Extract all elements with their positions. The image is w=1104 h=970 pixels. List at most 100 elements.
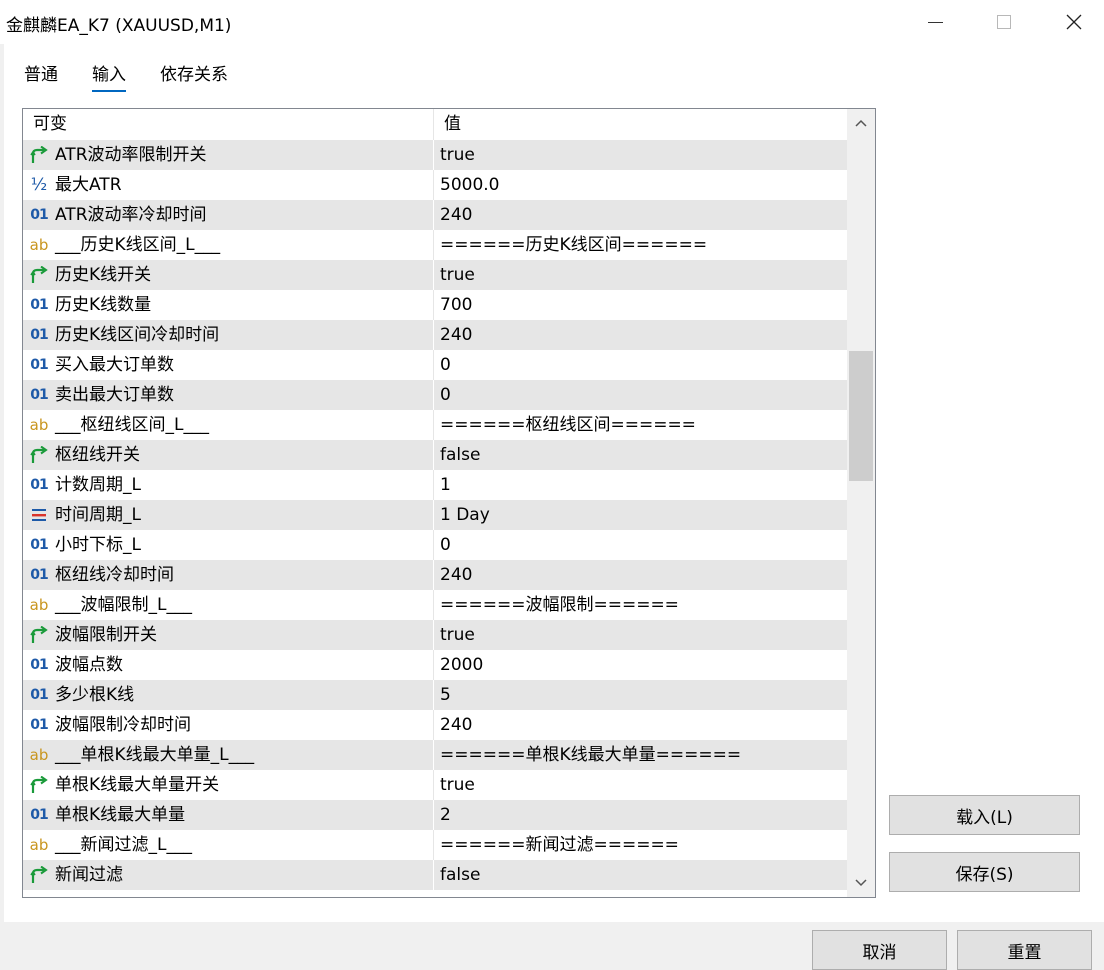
- table-row[interactable]: 新闻过滤 false: [23, 860, 847, 890]
- cancel-button[interactable]: 取消: [812, 930, 947, 970]
- chevron-down-icon: [855, 879, 867, 887]
- row-value-cell[interactable]: 240: [434, 200, 472, 230]
- save-button[interactable]: 保存(S): [889, 852, 1080, 892]
- grid-header: 可变 值: [23, 109, 847, 140]
- row-name-cell: 01 小时下标_L: [23, 530, 434, 560]
- table-row[interactable]: ab ___历史K线区间_L___ ======历史K线区间======: [23, 230, 847, 260]
- table-row[interactable]: 01 卖出最大订单数 0: [23, 380, 847, 410]
- row-value-cell[interactable]: ======新闻过滤======: [434, 830, 679, 860]
- row-name-cell: ab ___历史K线区间_L___: [23, 230, 434, 260]
- scroll-down-button[interactable]: [847, 869, 875, 897]
- tab-dependencies[interactable]: 依存关系: [160, 58, 228, 92]
- row-name-label: 波幅限制开关: [55, 625, 157, 645]
- load-button[interactable]: 载入(L): [889, 795, 1080, 835]
- row-value-cell[interactable]: true: [434, 620, 475, 650]
- row-name-label: ___枢纽线区间_L___: [55, 415, 209, 435]
- dialog-body: 普通 输入 依存关系 可变 值 ATR波动率限制开关 true ½ 最大ATR 5000…: [4, 44, 1104, 922]
- scroll-thumb[interactable]: [849, 351, 873, 481]
- table-row[interactable]: 01 单根K线最大单量 2: [23, 800, 847, 830]
- scroll-up-button[interactable]: [847, 109, 875, 137]
- table-row[interactable]: ab ___波幅限制_L___ ======波幅限制======: [23, 590, 847, 620]
- column-header-name[interactable]: 可变: [23, 109, 434, 140]
- string-ab-icon: ab: [29, 416, 49, 434]
- row-name-label: 波幅限制冷却时间: [55, 715, 191, 735]
- table-row[interactable]: 01 枢纽线冷却时间 240: [23, 560, 847, 590]
- row-value-cell[interactable]: false: [434, 440, 480, 470]
- table-row[interactable]: ab ___单根K线最大单量_L___ ======单根K线最大单量======: [23, 740, 847, 770]
- reset-button[interactable]: 重置: [957, 930, 1092, 970]
- column-header-value[interactable]: 值: [434, 109, 461, 140]
- table-row[interactable]: 枢纽线开关 false: [23, 440, 847, 470]
- row-name-label: 单根K线最大单量开关: [55, 775, 220, 795]
- row-value-cell[interactable]: ======枢纽线区间======: [434, 410, 696, 440]
- table-row[interactable]: ½ 最大ATR 5000.0: [23, 170, 847, 200]
- double-half-icon: ½: [30, 175, 48, 195]
- row-value-cell[interactable]: 0: [434, 530, 451, 560]
- row-name-label: 最大ATR: [55, 175, 122, 195]
- vertical-scrollbar[interactable]: [847, 109, 875, 897]
- inputs-grid: 可变 值 ATR波动率限制开关 true ½ 最大ATR 5000.0 01 ATR波动率冷…: [22, 108, 876, 898]
- table-row[interactable]: 01 多少根K线 5: [23, 680, 847, 710]
- table-row[interactable]: ab ___枢纽线区间_L___ ======枢纽线区间======: [23, 410, 847, 440]
- row-name-label: 枢纽线开关: [55, 445, 140, 465]
- tab-inputs[interactable]: 输入: [92, 58, 126, 92]
- minimize-button[interactable]: [912, 0, 958, 44]
- row-value-cell[interactable]: 2: [434, 800, 451, 830]
- tab-common[interactable]: 普通: [24, 58, 58, 92]
- table-row[interactable]: 01 小时下标_L 0: [23, 530, 847, 560]
- row-value-cell[interactable]: true: [434, 260, 475, 290]
- row-value-cell[interactable]: false: [434, 860, 480, 890]
- table-row[interactable]: 时间周期_L 1 Day: [23, 500, 847, 530]
- row-name-label: 历史K线数量: [55, 295, 152, 315]
- row-name-cell: 01 ATR波动率冷却时间: [23, 200, 434, 230]
- row-name-cell: ab ___枢纽线区间_L___: [23, 410, 434, 440]
- int-01-icon: 01: [30, 687, 48, 703]
- int-01-icon: 01: [30, 717, 48, 733]
- close-button[interactable]: [1051, 0, 1097, 44]
- row-value-cell[interactable]: ======历史K线区间======: [434, 230, 707, 260]
- int-01-icon: 01: [30, 657, 48, 673]
- row-name-cell: ½ 最大ATR: [23, 170, 434, 200]
- row-value-cell[interactable]: true: [434, 770, 475, 800]
- table-row[interactable]: 01 计数周期_L 1: [23, 470, 847, 500]
- table-row[interactable]: ATR波动率限制开关 true: [23, 140, 847, 170]
- table-row[interactable]: 01 买入最大订单数 0: [23, 350, 847, 380]
- enum-list-icon: [23, 500, 55, 530]
- title-bar: 金麒麟EA_K7 (XAUUSD,M1): [0, 0, 1104, 44]
- bool-arrow-icon: [23, 140, 55, 170]
- table-row[interactable]: 01 历史K线区间冷却时间 240: [23, 320, 847, 350]
- int-01-icon: 01: [30, 537, 48, 553]
- row-value-cell[interactable]: 700: [434, 290, 472, 320]
- row-value-cell[interactable]: 0: [434, 380, 451, 410]
- row-value-cell[interactable]: 240: [434, 710, 472, 740]
- table-row[interactable]: 01 ATR波动率冷却时间 240: [23, 200, 847, 230]
- row-value-cell[interactable]: 2000: [434, 650, 483, 680]
- int-01-icon: 01: [30, 567, 48, 583]
- row-value-cell[interactable]: 1 Day: [434, 500, 490, 530]
- row-value-cell[interactable]: ======单根K线最大单量======: [434, 740, 741, 770]
- row-value-cell[interactable]: 5000.0: [434, 170, 499, 200]
- row-value-cell[interactable]: 1: [434, 470, 451, 500]
- row-value-cell[interactable]: 240: [434, 560, 472, 590]
- table-row[interactable]: 波幅限制开关 true: [23, 620, 847, 650]
- table-row[interactable]: 历史K线开关 true: [23, 260, 847, 290]
- table-row[interactable]: 01 波幅限制冷却时间 240: [23, 710, 847, 740]
- maximize-icon: [997, 15, 1011, 29]
- row-name-label: ATR波动率冷却时间: [55, 205, 207, 225]
- maximize-button[interactable]: [981, 0, 1027, 44]
- table-row[interactable]: 01 波幅点数 2000: [23, 650, 847, 680]
- string-ab-icon: ab: [29, 836, 49, 854]
- row-name-label: ___单根K线最大单量_L___: [55, 745, 255, 765]
- chevron-up-icon: [855, 119, 867, 127]
- row-name-cell: 历史K线开关: [23, 260, 434, 290]
- row-value-cell[interactable]: ======波幅限制======: [434, 590, 679, 620]
- row-name-cell: 枢纽线开关: [23, 440, 434, 470]
- row-value-cell[interactable]: 5: [434, 680, 451, 710]
- table-row[interactable]: 01 历史K线数量 700: [23, 290, 847, 320]
- table-row[interactable]: ab ___新闻过滤_L___ ======新闻过滤======: [23, 830, 847, 860]
- row-value-cell[interactable]: true: [434, 140, 475, 170]
- table-row[interactable]: 单根K线最大单量开关 true: [23, 770, 847, 800]
- row-name-label: 小时下标_L: [55, 535, 141, 555]
- row-value-cell[interactable]: 0: [434, 350, 451, 380]
- row-value-cell[interactable]: 240: [434, 320, 472, 350]
